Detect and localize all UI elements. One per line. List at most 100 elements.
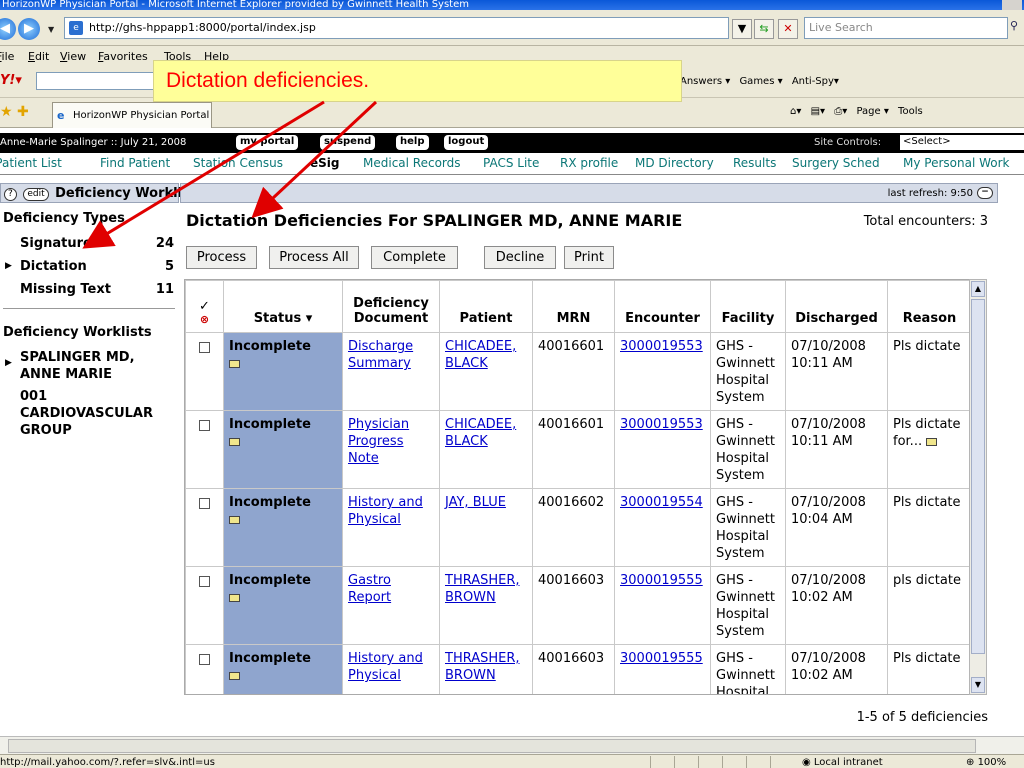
collapse-icon[interactable]: −: [977, 187, 993, 199]
document-link[interactable]: History and Physical: [348, 651, 423, 683]
scroll-up-icon[interactable]: ▲: [971, 281, 985, 297]
menu-file[interactable]: File: [0, 50, 14, 63]
ie-icon: e: [57, 109, 65, 122]
encounter-link[interactable]: 3000019553: [620, 339, 703, 354]
table-row[interactable]: Incomplete Gastro Report THRASHER, BROWN 40…: [185, 566, 972, 645]
address-dropdown-icon[interactable]: ▼: [732, 19, 752, 39]
history-dropdown-icon[interactable]: ▼: [48, 25, 54, 34]
row-checkbox[interactable]: [199, 654, 210, 665]
menu-favorites[interactable]: Favorites: [98, 50, 148, 63]
anti-spy-link[interactable]: Anti-Spy▾: [792, 76, 839, 87]
scroll-down-icon[interactable]: ▼: [971, 677, 985, 693]
scroll-thumb[interactable]: [971, 299, 985, 654]
encounter-link[interactable]: 3000019553: [620, 417, 703, 432]
note-icon[interactable]: [229, 360, 240, 368]
encounter-link[interactable]: 3000019554: [620, 495, 703, 510]
patient-link[interactable]: JAY, BLUE: [445, 495, 506, 510]
row-checkbox[interactable]: [199, 576, 210, 587]
tab-station-census[interactable]: Station Census: [193, 156, 283, 170]
grid-scrollbar[interactable]: ▲ ▼: [969, 279, 987, 695]
tab-md-directory[interactable]: MD Directory: [635, 156, 714, 170]
menu-edit[interactable]: Edit: [28, 50, 49, 63]
browser-tab[interactable]: e HorizonWP Physician Portal: [52, 102, 212, 128]
zoom-level[interactable]: ⊕ 100%: [966, 757, 1006, 768]
patient-link[interactable]: THRASHER, BROWN: [445, 651, 520, 683]
column-header-document[interactable]: Deficiency Document: [342, 280, 440, 333]
help-icon[interactable]: ?: [4, 188, 17, 201]
document-link[interactable]: Discharge Summary: [348, 339, 413, 371]
menu-view[interactable]: View: [60, 50, 86, 63]
horizontal-scrollbar[interactable]: [0, 736, 1024, 754]
row-checkbox[interactable]: [199, 420, 210, 431]
encounter-link[interactable]: 3000019555: [620, 651, 703, 666]
games-link[interactable]: Games ▾: [739, 76, 782, 87]
table-row[interactable]: Incomplete Discharge Summary CHICADEE, BLA…: [185, 332, 972, 411]
encounter-link[interactable]: 3000019555: [620, 573, 703, 588]
note-icon[interactable]: [926, 438, 938, 446]
window-controls[interactable]: [1002, 0, 1022, 10]
yahoo-logo-icon[interactable]: Y!▾: [0, 73, 22, 88]
row-checkbox[interactable]: [199, 342, 210, 353]
table-row[interactable]: Incomplete History and Physical THRASHER, …: [185, 644, 972, 694]
address-input[interactable]: e http://ghs-hppapp1:8000/portal/index.j…: [64, 17, 729, 39]
tab-surgery-sched[interactable]: Surgery Sched: [792, 156, 880, 170]
suspend-button[interactable]: suspend: [320, 135, 376, 150]
select-all-header[interactable]: ✓ ⊗: [185, 280, 224, 333]
column-header-status[interactable]: Status ▾: [223, 280, 343, 333]
edit-button[interactable]: edit: [23, 188, 49, 201]
my-portal-button[interactable]: my portal: [236, 135, 299, 150]
tools-menu[interactable]: Tools: [898, 106, 923, 117]
print-button[interactable]: Print: [564, 246, 614, 269]
page-menu[interactable]: Page ▾: [856, 106, 888, 117]
refresh-icon[interactable]: ⇆: [754, 19, 774, 39]
tab-results[interactable]: Results: [733, 156, 776, 170]
column-header-discharged[interactable]: Discharged: [785, 280, 888, 333]
process-button[interactable]: Process: [186, 246, 257, 269]
help-button[interactable]: help: [396, 135, 429, 150]
print-icon[interactable]: ⎙▾: [834, 106, 847, 117]
patient-link[interactable]: CHICADEE, BLACK: [445, 339, 516, 371]
document-link[interactable]: Physician Progress Note: [348, 417, 409, 466]
document-link[interactable]: History and Physical: [348, 495, 423, 527]
back-button[interactable]: ◀: [0, 18, 16, 40]
tab-pacs-lite[interactable]: PACS Lite: [483, 156, 539, 170]
patient-link[interactable]: CHICADEE, BLACK: [445, 417, 516, 449]
note-icon[interactable]: [229, 438, 240, 446]
row-checkbox[interactable]: [199, 498, 210, 509]
column-header-reason[interactable]: Reason: [887, 280, 972, 333]
tab-find-patient[interactable]: Find Patient: [100, 156, 170, 170]
column-header-mrn[interactable]: MRN: [532, 280, 615, 333]
note-icon[interactable]: [229, 516, 240, 524]
forward-button[interactable]: ▶: [18, 18, 40, 40]
note-icon[interactable]: [229, 594, 240, 602]
sidebar-title: Deficiency Worklist: [55, 186, 197, 201]
live-search-input[interactable]: Live Search: [804, 17, 1008, 39]
process-all-button[interactable]: Process All: [269, 246, 359, 269]
table-row[interactable]: Incomplete Physician Progress Note CHICADE…: [185, 410, 972, 489]
sidebar-item-label: Signature: [20, 236, 92, 251]
tab-esig[interactable]: eSig: [310, 156, 339, 170]
table-row[interactable]: Incomplete History and Physical JAY, BLUE 4…: [185, 488, 972, 567]
note-icon[interactable]: [229, 672, 240, 680]
tab-my-patient-list[interactable]: My Patient List: [0, 156, 62, 170]
document-link[interactable]: Gastro Report: [348, 573, 391, 605]
decline-button[interactable]: Decline: [484, 246, 556, 269]
column-header-facility[interactable]: Facility: [710, 280, 786, 333]
tab-my-personal-work[interactable]: My Personal Work: [903, 156, 1009, 170]
tab-medical-records[interactable]: Medical Records: [363, 156, 461, 170]
patient-link[interactable]: THRASHER, BROWN: [445, 573, 520, 605]
yahoo-search-input[interactable]: [36, 72, 156, 90]
answers-link[interactable]: Answers ▾: [680, 76, 730, 87]
home-icon[interactable]: ⌂▾: [790, 106, 801, 117]
scroll-track[interactable]: [8, 739, 976, 753]
logout-button[interactable]: logout: [444, 135, 489, 150]
tab-rx-profile[interactable]: RX profile: [560, 156, 618, 170]
feeds-icon[interactable]: ▤▾: [811, 106, 825, 117]
complete-button[interactable]: Complete: [371, 246, 458, 269]
column-header-patient[interactable]: Patient: [439, 280, 533, 333]
stop-icon[interactable]: ✕: [778, 19, 798, 39]
favorites-star-icon[interactable]: ★ ✚: [0, 104, 29, 120]
search-icon[interactable]: ⚲: [1010, 19, 1024, 39]
column-header-encounter[interactable]: Encounter: [614, 280, 711, 333]
site-controls-select[interactable]: <Select>: [900, 135, 1024, 150]
